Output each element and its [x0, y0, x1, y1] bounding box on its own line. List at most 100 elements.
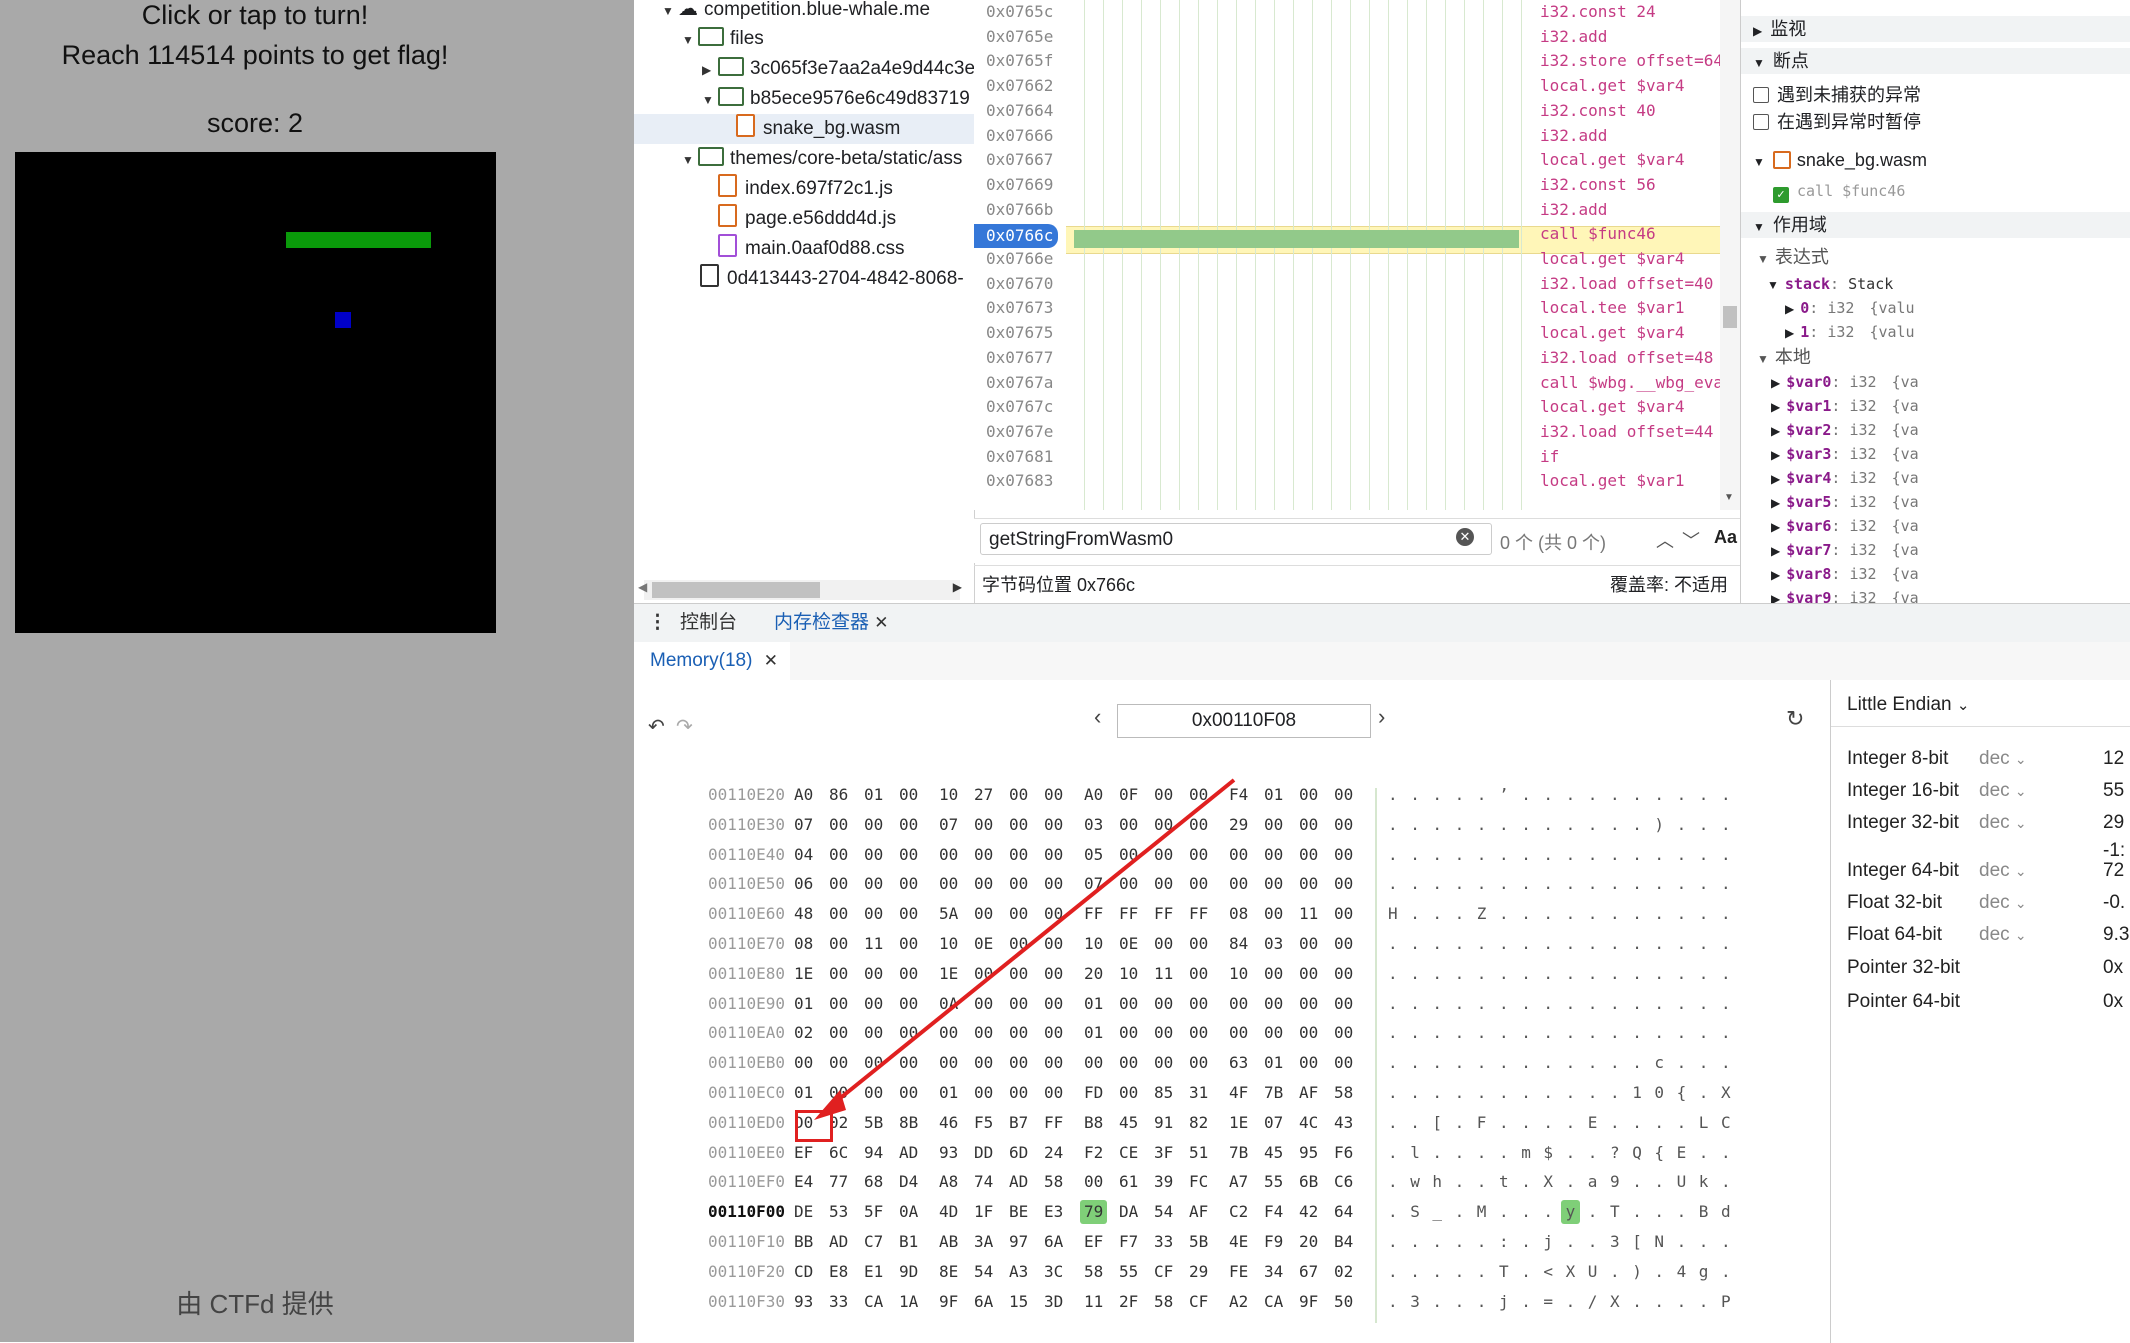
clear-search-icon[interactable]: ✕ [1456, 528, 1474, 546]
hex-byte[interactable]: CA [1264, 1290, 1283, 1314]
ascii-char[interactable]: ) [1632, 1260, 1642, 1284]
ascii-char[interactable]: . [1521, 1290, 1531, 1314]
ascii-char[interactable]: 0 [1654, 1081, 1664, 1105]
hex-byte[interactable]: 4E [1229, 1230, 1248, 1254]
ascii-char[interactable]: . [1566, 932, 1576, 956]
ascii-char[interactable]: . [1699, 783, 1709, 807]
format-select[interactable]: dec ⌄ [1979, 924, 2027, 946]
hex-byte[interactable]: 15 [1009, 1290, 1028, 1314]
ascii-char[interactable]: 9 [1610, 1170, 1620, 1194]
ascii-char[interactable]: . [1477, 1141, 1487, 1165]
hex-byte[interactable]: 00 [1334, 872, 1353, 896]
ascii-char[interactable]: . [1654, 1200, 1664, 1224]
ascii-char[interactable]: U [1677, 1170, 1687, 1194]
ascii-char[interactable]: . [1410, 1260, 1420, 1284]
hex-byte[interactable]: C7 [864, 1230, 883, 1254]
tree-item-folder[interactable]: ▼ themes/core-beta/static/ass [682, 144, 962, 174]
ascii-char[interactable]: 1 [1632, 1081, 1642, 1105]
ascii-char[interactable]: . [1699, 872, 1709, 896]
previous-match-icon[interactable]: ︿ [1656, 527, 1674, 553]
ascii-char[interactable]: . [1521, 1081, 1531, 1105]
hex-byte[interactable]: F6 [1334, 1141, 1353, 1165]
ascii-char[interactable]: . [1477, 1081, 1487, 1105]
ascii-char[interactable]: T [1610, 1200, 1620, 1224]
ascii-char[interactable]: . [1477, 872, 1487, 896]
ascii-char[interactable]: . [1721, 1021, 1731, 1045]
ascii-char[interactable]: . [1721, 902, 1731, 926]
ascii-char[interactable]: . [1455, 1081, 1465, 1105]
hex-byte[interactable]: EF [1084, 1230, 1103, 1254]
ascii-char[interactable]: m [1521, 1141, 1531, 1165]
ascii-char[interactable]: H [1388, 902, 1398, 926]
ascii-char[interactable]: . [1677, 813, 1687, 837]
ascii-char[interactable]: . [1699, 1230, 1709, 1254]
pause-caught-option[interactable]: 在遇到异常时暂停 [1753, 109, 1921, 135]
ascii-char[interactable]: . [1610, 1021, 1620, 1045]
ascii-char[interactable]: . [1521, 1260, 1531, 1284]
ascii-char[interactable]: . [1388, 1141, 1398, 1165]
ascii-char[interactable]: . [1432, 1260, 1442, 1284]
ascii-char[interactable]: . [1632, 992, 1642, 1016]
ascii-char[interactable]: . [1410, 962, 1420, 986]
watch-section[interactable]: ▶ 监视 [1741, 16, 2130, 42]
ascii-char[interactable]: . [1521, 902, 1531, 926]
ascii-char[interactable]: . [1566, 992, 1576, 1016]
next-match-icon[interactable]: ﹀ [1682, 527, 1700, 553]
scrollbar-thumb[interactable] [1723, 306, 1737, 328]
ascii-char[interactable]: . [1677, 1230, 1687, 1254]
scroll-down-icon[interactable]: ▼ [1724, 492, 1734, 503]
local-variable[interactable]: ▶ $var3: i32 {va [1771, 440, 1919, 466]
local-variable[interactable]: ▶ $var5: i32 {va [1771, 488, 1919, 514]
ascii-char[interactable]: . [1654, 1170, 1664, 1194]
ascii-char[interactable]: . [1699, 1051, 1709, 1075]
hex-byte[interactable]: 42 [1299, 1200, 1318, 1224]
tree-item-files[interactable]: ▼ files [682, 24, 764, 54]
ascii-char[interactable]: . [1410, 843, 1420, 867]
ascii-char[interactable]: . [1566, 1230, 1576, 1254]
ascii-char[interactable]: . [1521, 783, 1531, 807]
ascii-char[interactable]: . [1721, 813, 1731, 837]
ascii-char[interactable]: . [1677, 843, 1687, 867]
ascii-char[interactable]: . [1610, 992, 1620, 1016]
ascii-char[interactable]: y [1560, 1200, 1581, 1225]
ascii-char[interactable]: . [1566, 783, 1576, 807]
tree-item-css[interactable]: main.0aaf0d88.css [718, 234, 905, 264]
hex-byte[interactable]: AB [939, 1230, 958, 1254]
ascii-char[interactable]: . [1699, 962, 1709, 986]
ascii-char[interactable]: . [1432, 1141, 1442, 1165]
ascii-char[interactable]: . [1499, 1111, 1509, 1135]
ascii-char[interactable]: . [1677, 902, 1687, 926]
tree-item-wasm[interactable]: snake_bg.wasm [634, 114, 974, 144]
hex-byte[interactable]: 1F [974, 1200, 993, 1224]
hex-byte[interactable]: 20 [1299, 1230, 1318, 1254]
ascii-char[interactable]: . [1610, 872, 1620, 896]
ascii-char[interactable]: . [1455, 872, 1465, 896]
ascii-char[interactable]: . [1566, 1170, 1576, 1194]
ascii-char[interactable]: . [1455, 1051, 1465, 1075]
ascii-char[interactable]: . [1455, 1260, 1465, 1284]
local-variable[interactable]: ▶ $var2: i32 {va [1771, 416, 1919, 442]
ascii-char[interactable]: . [1410, 1111, 1420, 1135]
tree-horizontal-scrollbar[interactable]: ◀ ▶ [638, 580, 962, 600]
ascii-char[interactable]: . [1699, 932, 1709, 956]
ascii-char[interactable]: . [1477, 783, 1487, 807]
hex-byte[interactable]: C2 [1229, 1200, 1248, 1224]
ascii-char[interactable]: . [1654, 902, 1664, 926]
ascii-char[interactable]: X [1721, 1081, 1731, 1105]
hex-byte[interactable]: CF [1154, 1260, 1173, 1284]
ascii-char[interactable]: . [1388, 1170, 1398, 1194]
hex-byte[interactable]: 3A [974, 1230, 993, 1254]
ascii-char[interactable]: E [1677, 1141, 1687, 1165]
ascii-char[interactable]: . [1654, 1290, 1664, 1314]
ascii-char[interactable]: . [1410, 992, 1420, 1016]
ascii-char[interactable]: . [1699, 992, 1709, 1016]
hex-byte[interactable]: 1A [899, 1290, 918, 1314]
ascii-char[interactable]: c [1654, 1051, 1664, 1075]
ascii-char[interactable]: . [1543, 932, 1553, 956]
ascii-char[interactable]: l [1410, 1141, 1420, 1165]
ascii-char[interactable]: w [1410, 1170, 1420, 1194]
hex-byte[interactable]: AF [1189, 1200, 1208, 1224]
ascii-char[interactable]: . [1632, 1021, 1642, 1045]
ascii-char[interactable]: . [1477, 992, 1487, 1016]
stack-item[interactable]: ▶ 1: i32 {valu [1785, 318, 1915, 344]
